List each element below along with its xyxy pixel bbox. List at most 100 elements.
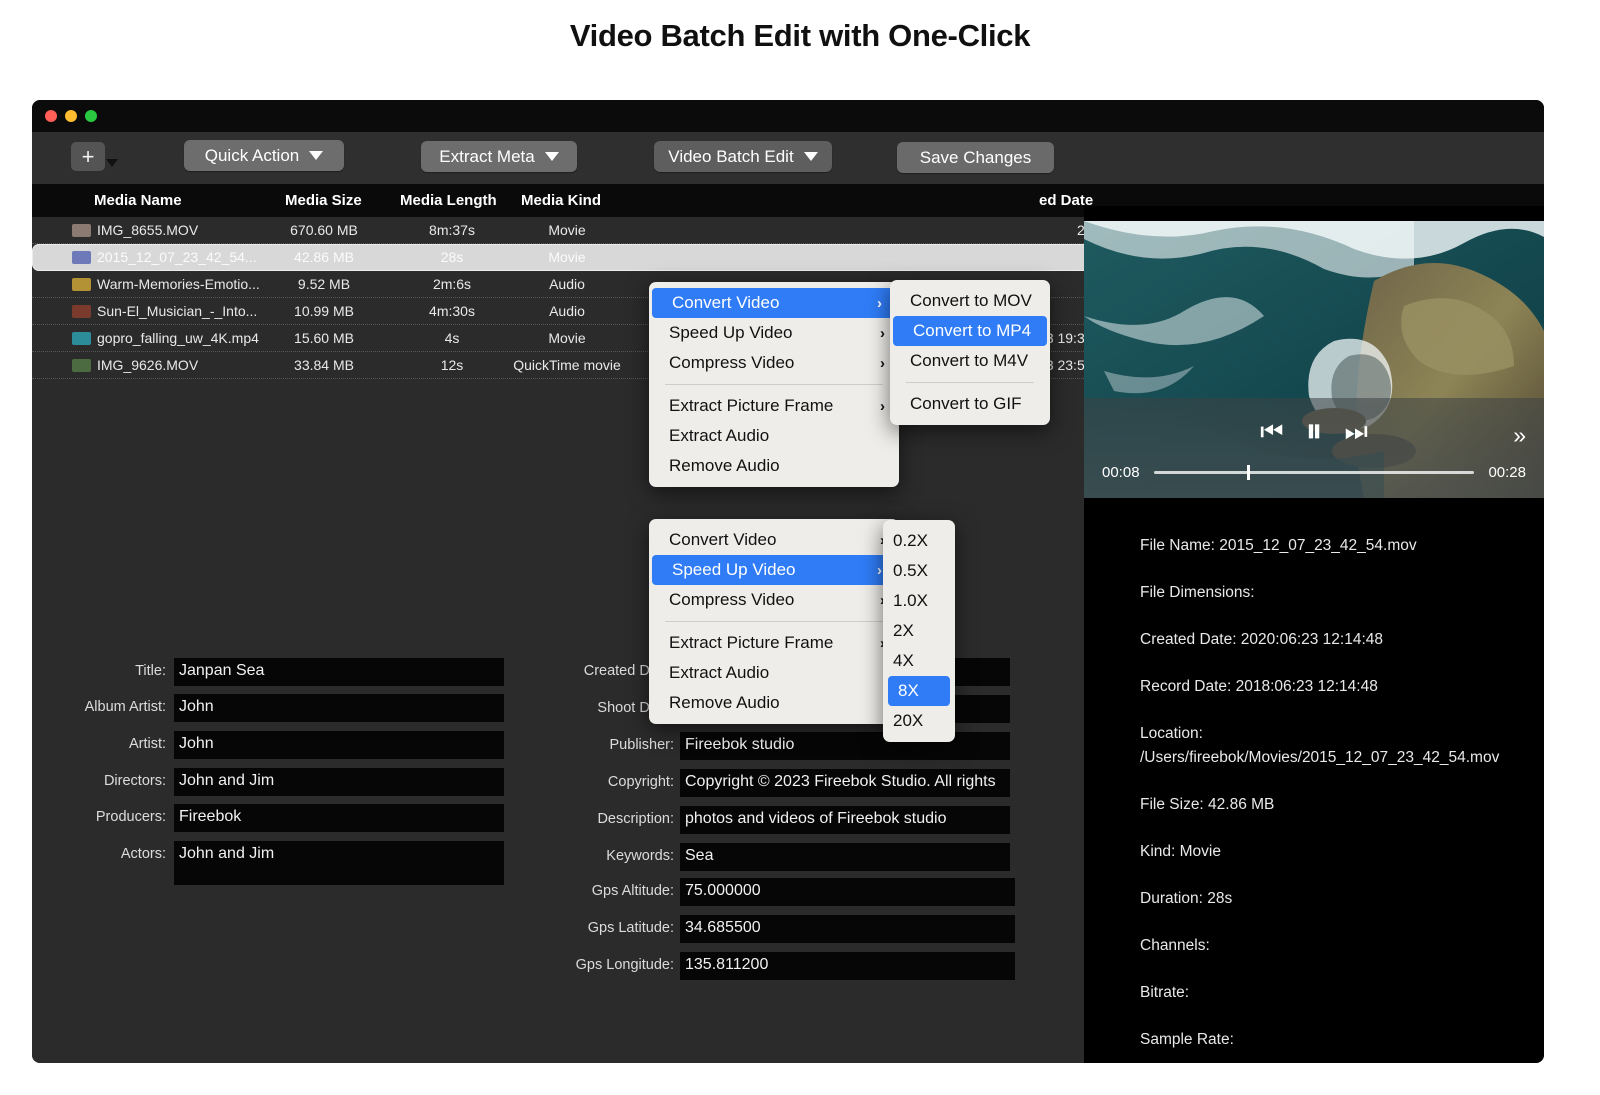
file-info-item: File Size: 42.86 MB bbox=[1140, 796, 1275, 814]
batch-menu-item-label: Remove Audio bbox=[669, 456, 780, 475]
media-thumbnail-icon bbox=[72, 358, 91, 372]
media-date-cell: 22:25 bbox=[912, 222, 1112, 238]
field-input[interactable]: Fireebok bbox=[174, 804, 504, 832]
progress-knob[interactable] bbox=[1246, 465, 1250, 480]
video-batch-edit-label: Video Batch Edit bbox=[668, 146, 794, 166]
speed-menu-item[interactable]: 8X bbox=[888, 676, 950, 706]
batch-menu-item-label: Extract Picture Frame bbox=[669, 396, 834, 415]
progress-slider[interactable] bbox=[1153, 465, 1475, 480]
add-media-caret-icon[interactable] bbox=[106, 159, 118, 167]
chevron-down-icon bbox=[803, 152, 818, 161]
chevron-right-icon: › bbox=[880, 397, 885, 415]
batch-menu2-item[interactable]: Compress Video› bbox=[649, 585, 899, 615]
field-input[interactable]: John and Jim bbox=[174, 841, 504, 885]
media-size-cell: 9.52 MB bbox=[297, 276, 351, 292]
field-row: Producers: Fireebok bbox=[44, 804, 504, 832]
batch-menu-item[interactable]: Remove Audio bbox=[649, 451, 899, 481]
batch-menu2-item[interactable]: Extract Picture Frame› bbox=[649, 628, 899, 658]
batch-menu-item[interactable]: Convert Video › bbox=[652, 288, 896, 318]
batch-menu-item-label: Speed Up Video bbox=[669, 323, 793, 342]
field-input[interactable]: 135.811200 bbox=[680, 952, 1015, 980]
media-kind-cell: QuickTime movie bbox=[513, 357, 621, 373]
field-row: Gps Altitude: 75.000000 bbox=[544, 878, 1015, 906]
speed-menu-item-label: 1.0X bbox=[893, 591, 928, 610]
video-batch-edit-button[interactable]: Video Batch Edit bbox=[654, 141, 832, 172]
field-label: Artist: bbox=[128, 736, 166, 752]
save-changes-button[interactable]: Save Changes bbox=[897, 142, 1054, 173]
column-media-kind[interactable]: Media Kind bbox=[521, 192, 601, 209]
column-media-length[interactable]: Media Length bbox=[400, 192, 497, 209]
batch-menu-item[interactable]: Speed Up Video › bbox=[649, 318, 899, 348]
skip-back-icon[interactable]: ⏮ bbox=[1260, 418, 1283, 444]
batch-menu2-item[interactable]: Remove Audio bbox=[649, 688, 899, 718]
batch-menu2-item[interactable]: Speed Up Video › bbox=[652, 555, 896, 585]
convert-menu-item[interactable]: Convert to GIF bbox=[890, 389, 1050, 419]
convert-menu-item[interactable]: Convert to MP4 bbox=[893, 316, 1047, 346]
speed-menu-item-label: 4X bbox=[893, 651, 914, 670]
plus-icon: + bbox=[81, 143, 95, 169]
convert-menu-item[interactable]: Convert to MOV bbox=[890, 286, 1050, 316]
field-input[interactable]: Janpan Sea bbox=[174, 658, 504, 686]
field-row: Directors: John and Jim bbox=[44, 768, 504, 796]
field-input[interactable]: Fireebok studio bbox=[680, 732, 1010, 760]
video-batch-edit-menu-secondary[interactable]: Convert Video› Speed Up Video › Compress Vi… bbox=[649, 519, 899, 724]
speed-menu-item[interactable]: 0.2X bbox=[883, 526, 955, 556]
field-input[interactable]: photos and videos of Fireebok studio bbox=[680, 806, 1010, 834]
batch-menu-separator bbox=[665, 384, 883, 385]
speed-up-video-submenu[interactable]: 0.2X 0.5X 1.0X 2X 4X 8X 20X bbox=[883, 520, 955, 742]
field-input[interactable]: Copyright © 2023 Fireebok Studio. All ri… bbox=[680, 769, 1010, 797]
column-media-size[interactable]: Media Size bbox=[285, 192, 362, 209]
field-input[interactable]: 75.000000 bbox=[680, 878, 1015, 906]
field-input[interactable]: John bbox=[174, 694, 504, 722]
batch-menu-item-label: Extract Audio bbox=[669, 426, 770, 445]
add-media-button[interactable]: + bbox=[71, 142, 105, 171]
video-preview[interactable]: ⏮ ⏸ ⏭ » 00:08 00:28 bbox=[1084, 221, 1544, 498]
speed-menu-item[interactable]: 4X bbox=[883, 646, 955, 676]
media-length-cell: 8m:37s bbox=[429, 222, 475, 238]
file-info-item: Duration: 28s bbox=[1140, 890, 1233, 908]
field-input[interactable]: 34.685500 bbox=[680, 915, 1015, 943]
speed-menu-item-label: 0.5X bbox=[893, 561, 928, 580]
convert-video-submenu[interactable]: Convert to MOV Convert to MP4 Convert to M… bbox=[890, 280, 1050, 425]
close-window-icon[interactable] bbox=[45, 110, 57, 122]
media-thumbnail-icon bbox=[72, 250, 91, 264]
chevron-right-icon: › bbox=[877, 294, 882, 312]
pause-icon[interactable]: ⏸ bbox=[1306, 414, 1323, 448]
speed-menu-item-label: 20X bbox=[893, 711, 924, 730]
speed-menu-item[interactable]: 2X bbox=[883, 616, 955, 646]
column-media-name[interactable]: Media Name bbox=[94, 192, 182, 209]
batch-menu-item[interactable]: Compress Video › bbox=[649, 348, 899, 378]
minimize-window-icon[interactable] bbox=[65, 110, 77, 122]
field-input[interactable]: John bbox=[174, 731, 504, 759]
window-titlebar bbox=[32, 100, 1544, 132]
convert-menu-item-label: Convert to MP4 bbox=[913, 321, 1032, 340]
field-label: Actors: bbox=[120, 846, 166, 862]
media-date-cell: 4:48 bbox=[912, 249, 1112, 265]
convert-menu-item[interactable]: Convert to M4V bbox=[890, 346, 1050, 376]
field-input[interactable]: Sea bbox=[680, 843, 1010, 871]
batch-menu2-item[interactable]: Convert Video› bbox=[649, 525, 899, 555]
media-name-text: 2015_12_07_23_42_54... bbox=[97, 249, 257, 265]
field-row: Title: Janpan Sea bbox=[44, 658, 504, 686]
quick-action-button[interactable]: Quick Action bbox=[184, 140, 344, 171]
zoom-window-icon[interactable] bbox=[85, 110, 97, 122]
field-input[interactable]: John and Jim bbox=[174, 768, 504, 796]
batch-menu2-separator bbox=[665, 621, 883, 622]
video-batch-edit-menu[interactable]: Convert Video › Speed Up Video › Compress Vi… bbox=[649, 282, 899, 487]
extract-meta-button[interactable]: Extract Meta bbox=[421, 141, 577, 172]
batch-menu-item[interactable]: Extract Picture Frame › bbox=[649, 391, 899, 421]
fast-forward-icon[interactable]: » bbox=[1513, 422, 1526, 449]
file-info-item: Record Date: 2018:06:23 12:14:48 bbox=[1140, 678, 1378, 696]
speed-menu-item[interactable]: 0.5X bbox=[883, 556, 955, 586]
total-time: 00:28 bbox=[1488, 464, 1526, 481]
batch-menu-item-label: Convert Video bbox=[672, 293, 780, 312]
chevron-down-icon bbox=[544, 152, 559, 161]
speed-menu-item[interactable]: 20X bbox=[883, 706, 955, 736]
skip-forward-icon[interactable]: ⏭ bbox=[1345, 418, 1368, 444]
field-row: Copyright: Copyright © 2023 Fireebok Stud… bbox=[544, 769, 1010, 797]
speed-menu-item[interactable]: 1.0X bbox=[883, 586, 955, 616]
batch-menu2-item[interactable]: Extract Audio bbox=[649, 658, 899, 688]
field-label: Keywords: bbox=[606, 848, 674, 864]
batch-menu-item[interactable]: Extract Audio bbox=[649, 421, 899, 451]
batch-menu2-item-label: Speed Up Video bbox=[672, 560, 796, 579]
